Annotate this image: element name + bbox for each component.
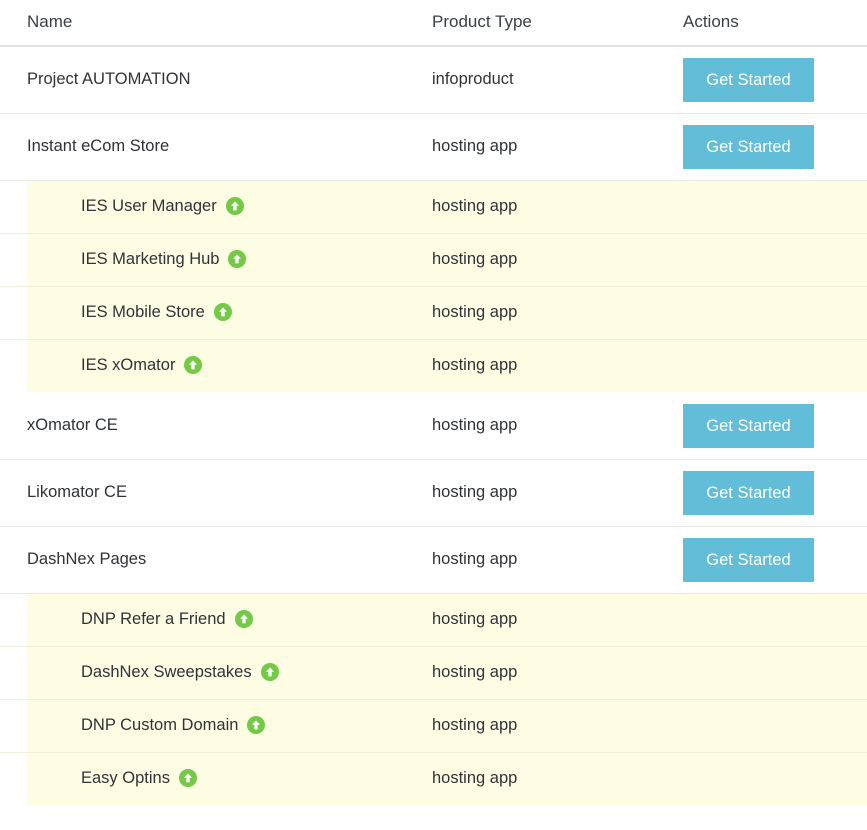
cell-product-type: hosting app — [432, 593, 683, 646]
arrow-up-circle-icon[interactable] — [235, 610, 253, 628]
cell-product-name: Project AUTOMATION — [0, 46, 432, 113]
cell-product-name: Likomator CE — [0, 459, 432, 526]
cell-actions — [683, 339, 867, 392]
cell-actions: Get Started — [683, 46, 867, 113]
cell-actions: Get Started — [683, 113, 867, 180]
arrow-up-circle-icon[interactable] — [228, 250, 246, 268]
product-name-label: IES User Manager — [81, 197, 217, 216]
product-name-label: Easy Optins — [81, 769, 170, 788]
cell-product-type: hosting app — [432, 392, 683, 459]
product-name-label: Instant eCom Store — [27, 137, 169, 156]
cell-actions — [683, 593, 867, 646]
table-row: Likomator CE hosting appGet Started — [0, 459, 867, 526]
product-name-label: IES Mobile Store — [81, 303, 205, 322]
cell-actions — [683, 699, 867, 752]
product-name-label: DashNex Sweepstakes — [81, 663, 252, 682]
product-name-label: IES xOmator — [81, 356, 175, 375]
table-row-addon: DNP Custom Domain hosting app — [0, 699, 867, 752]
cell-product-name: IES xOmator — [0, 339, 432, 392]
cell-product-type: hosting app — [432, 526, 683, 593]
cell-product-name: IES Marketing Hub — [0, 233, 432, 286]
cell-product-name: Easy Optins — [0, 752, 432, 805]
cell-product-name: Instant eCom Store — [0, 113, 432, 180]
product-name-label: DNP Refer a Friend — [81, 610, 226, 629]
get-started-button[interactable]: Get Started — [683, 404, 814, 448]
cell-product-name: DashNex Pages — [0, 526, 432, 593]
cell-product-type: hosting app — [432, 752, 683, 805]
table-row-addon: IES User Manager hosting app — [0, 180, 867, 233]
cell-product-type: hosting app — [432, 699, 683, 752]
column-header-product-type: Product Type — [432, 0, 683, 46]
get-started-button[interactable]: Get Started — [683, 58, 814, 102]
column-header-name: Name — [0, 0, 432, 46]
table-body: Project AUTOMATIONinfoproductGet Started… — [0, 46, 867, 805]
get-started-button[interactable]: Get Started — [683, 471, 814, 515]
product-name-label: Project AUTOMATION — [27, 70, 191, 89]
cell-product-type: hosting app — [432, 286, 683, 339]
cell-product-type: hosting app — [432, 459, 683, 526]
cell-product-type: hosting app — [432, 233, 683, 286]
cell-product-name: IES Mobile Store — [0, 286, 432, 339]
product-name-label: Likomator CE — [27, 483, 127, 502]
product-name-label: DNP Custom Domain — [81, 716, 238, 735]
table-row-addon: IES Mobile Store hosting app — [0, 286, 867, 339]
cell-actions: Get Started — [683, 526, 867, 593]
column-header-actions: Actions — [683, 0, 867, 46]
table-row-addon: DNP Refer a Friend hosting app — [0, 593, 867, 646]
table-row: Project AUTOMATION infoproductGet Started — [0, 46, 867, 113]
cell-actions: Get Started — [683, 459, 867, 526]
cell-product-type: hosting app — [432, 180, 683, 233]
product-name-label: DashNex Pages — [27, 550, 146, 569]
table-row-addon: IES xOmator hosting app — [0, 339, 867, 392]
arrow-up-circle-icon[interactable] — [261, 663, 279, 681]
arrow-up-circle-icon[interactable] — [226, 197, 244, 215]
get-started-button[interactable]: Get Started — [683, 538, 814, 582]
cell-product-name: DNP Refer a Friend — [0, 593, 432, 646]
arrow-up-circle-icon[interactable] — [184, 356, 202, 374]
table-header: Name Product Type Actions — [0, 0, 867, 46]
cell-actions — [683, 646, 867, 699]
arrow-up-circle-icon[interactable] — [179, 769, 197, 787]
cell-product-type: hosting app — [432, 646, 683, 699]
table-row: DashNex Pages hosting appGet Started — [0, 526, 867, 593]
cell-product-type: hosting app — [432, 339, 683, 392]
cell-product-name: IES User Manager — [0, 180, 432, 233]
table-row-addon: Easy Optins hosting app — [0, 752, 867, 805]
get-started-button[interactable]: Get Started — [683, 125, 814, 169]
arrow-up-circle-icon[interactable] — [214, 303, 232, 321]
table-row: xOmator CE hosting appGet Started — [0, 392, 867, 459]
cell-product-name: DashNex Sweepstakes — [0, 646, 432, 699]
table-row-addon: DashNex Sweepstakes hosting app — [0, 646, 867, 699]
table-header-row: Name Product Type Actions — [0, 0, 867, 46]
cell-actions — [683, 286, 867, 339]
cell-actions — [683, 233, 867, 286]
product-table: Name Product Type Actions Project AUTOMA… — [0, 0, 867, 806]
cell-actions: Get Started — [683, 392, 867, 459]
cell-product-type: hosting app — [432, 113, 683, 180]
product-table-container: Name Product Type Actions Project AUTOMA… — [0, 0, 867, 806]
table-row: Instant eCom Store hosting appGet Started — [0, 113, 867, 180]
table-row-addon: IES Marketing Hub hosting app — [0, 233, 867, 286]
product-name-label: IES Marketing Hub — [81, 250, 219, 269]
cell-product-name: xOmator CE — [0, 392, 432, 459]
cell-actions — [683, 180, 867, 233]
cell-actions — [683, 752, 867, 805]
cell-product-type: infoproduct — [432, 46, 683, 113]
cell-product-name: DNP Custom Domain — [0, 699, 432, 752]
product-name-label: xOmator CE — [27, 416, 118, 435]
arrow-up-circle-icon[interactable] — [247, 716, 265, 734]
